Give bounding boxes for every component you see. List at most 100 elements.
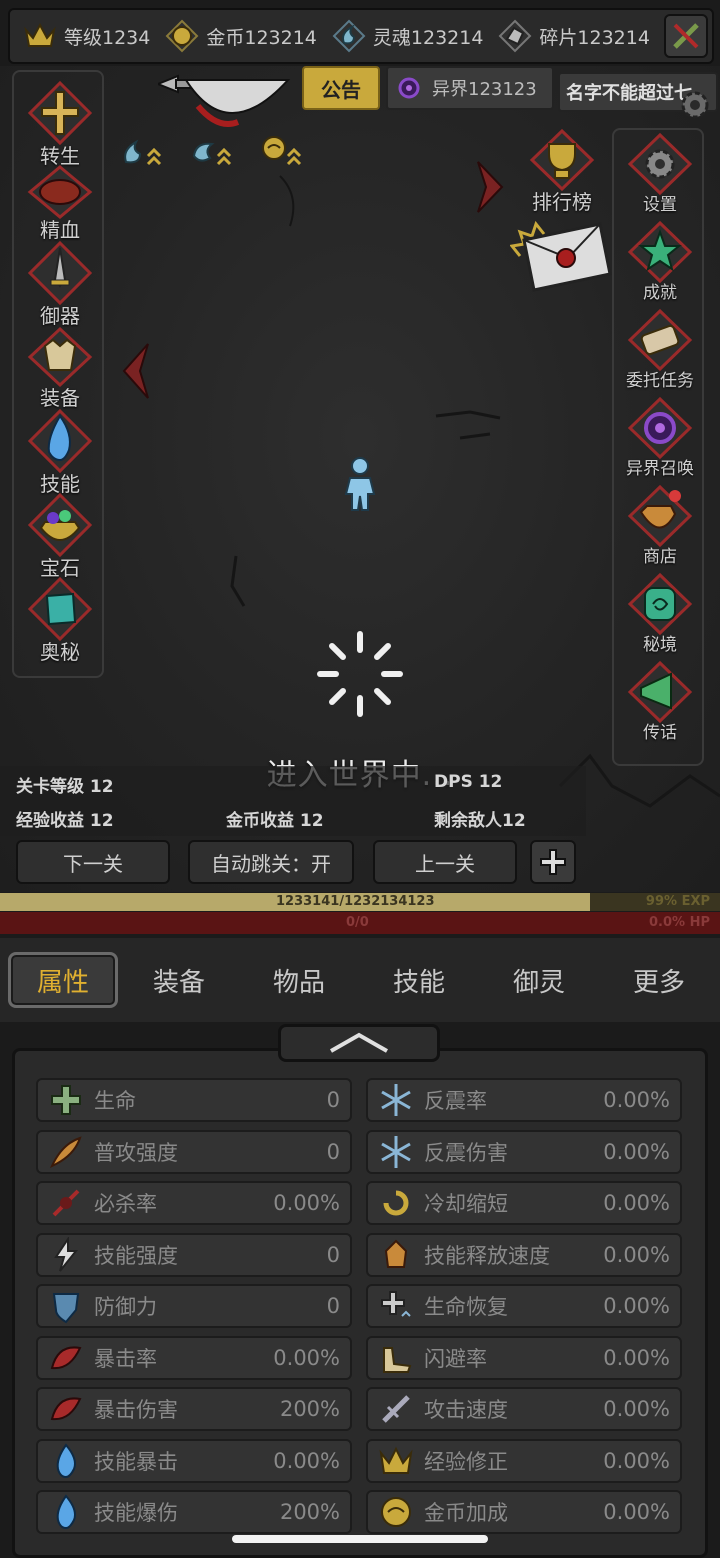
crossed-sword-icon	[673, 23, 699, 49]
attribute-row: 暴击率 0.00%	[36, 1336, 352, 1380]
gold-label: 金币123214	[206, 26, 317, 49]
attribute-value: 0.00%	[603, 1088, 670, 1112]
stage-level: 关卡等级 12	[16, 777, 114, 797]
fragment-resource: 碎片123214	[497, 10, 650, 62]
tab-attributes[interactable]: 属性	[8, 952, 118, 1008]
blue-flame-icon	[44, 1441, 88, 1481]
exp-text: 1233141/1232134123	[276, 894, 435, 909]
snowflake-icon	[374, 1132, 418, 1172]
otherworld-currency[interactable]: 异界123123	[386, 66, 554, 110]
tab-items[interactable]: 物品	[244, 952, 354, 1008]
attack-feather-icon	[44, 1132, 88, 1172]
bottom-tabs: 属性 装备 物品 技能 御灵 更多	[0, 938, 720, 1022]
tab-more[interactable]: 更多	[604, 952, 714, 1008]
crown-icon	[22, 18, 58, 54]
attribute-value: 0.00%	[603, 1294, 670, 1318]
attribute-value: 0	[326, 1243, 340, 1267]
attribute-row: 技能爆伤 200%	[36, 1490, 352, 1534]
blue-flame-icon	[27, 408, 93, 474]
menu-gems[interactable]: 宝石	[14, 492, 106, 581]
menu-secret-realm[interactable]: 秘境	[614, 572, 706, 655]
leaderboard-label: 排行榜	[532, 190, 592, 214]
snowflake-icon	[374, 1080, 418, 1120]
menu-equipment[interactable]: 装备	[14, 326, 106, 411]
spirit-buff-icon	[192, 142, 232, 166]
hero-character	[344, 457, 376, 511]
tab-skills[interactable]: 技能	[364, 952, 474, 1008]
menu-broadcast[interactable]: 传话	[614, 660, 706, 743]
attribute-value: 0.00%	[273, 1346, 340, 1370]
attribute-name: 暴击率	[94, 1347, 157, 1371]
next-stage-button[interactable]: 下一关	[16, 840, 170, 884]
soul-icon	[331, 18, 367, 54]
menu-rebirth[interactable]: 转生	[14, 80, 106, 169]
exp-income: 经验收益 12	[16, 811, 114, 831]
attribute-name: 防御力	[94, 1295, 157, 1319]
menu-label: 委托任务	[626, 371, 694, 391]
blood-meat-icon	[27, 165, 93, 219]
menu-label: 装备	[40, 386, 80, 410]
menu-weapon-control[interactable]: 御器	[14, 240, 106, 329]
otherworld-label: 异界123123	[432, 79, 537, 100]
star-icon	[627, 220, 693, 284]
crit-rate-icon	[44, 1338, 88, 1378]
attribute-row: 普攻强度 0	[36, 1130, 352, 1174]
hp-text: 0/0	[346, 915, 369, 930]
attribute-name: 技能释放速度	[424, 1244, 550, 1268]
hp-bar: 0/0 0.0% HP	[0, 912, 720, 934]
menu-commissions[interactable]: 委托任务	[614, 308, 706, 391]
attribute-row: 闪避率 0.00%	[366, 1336, 682, 1380]
home-indicator[interactable]	[232, 1535, 488, 1543]
menu-achievements[interactable]: 成就	[614, 220, 706, 303]
attribute-value: 0.00%	[603, 1191, 670, 1215]
attribute-row: 技能释放速度 0.00%	[366, 1233, 682, 1277]
crit-damage-icon	[44, 1389, 88, 1429]
auto-advance-toggle[interactable]: 自动跳关：开	[188, 840, 354, 884]
attribute-row: 技能强度 0	[36, 1233, 352, 1277]
gear-icon[interactable]	[676, 86, 714, 124]
attribute-name: 金币加成	[424, 1501, 508, 1525]
attribute-row: 生命 0	[36, 1078, 352, 1122]
attribute-name: 经验修正	[424, 1450, 508, 1474]
collapse-button[interactable]	[278, 1024, 440, 1062]
previous-stage-button[interactable]: 上一关	[373, 840, 517, 884]
tab-spirits[interactable]: 御灵	[484, 952, 594, 1008]
flying-sword-icon	[27, 240, 93, 306]
notice-button[interactable]: 公告	[302, 66, 380, 110]
trophy-icon	[529, 128, 595, 192]
menu-skills[interactable]: 技能	[14, 408, 106, 497]
tab-equipment[interactable]: 装备	[124, 952, 234, 1008]
menu-essence-blood[interactable]: 精血	[14, 164, 106, 243]
stage-stats: 关卡等级 12 DPS 12 经验收益 12 金币收益 12 剩余敌人12	[0, 766, 586, 836]
resource-bar: 等级1234 金币123214 灵魂123214 碎片123214	[8, 8, 714, 64]
add-button[interactable]	[530, 840, 576, 884]
attribute-name: 反震率	[424, 1089, 487, 1113]
menu-otherworld-summon[interactable]: 异界召唤	[614, 396, 706, 479]
leaderboard-button[interactable]: 排行榜	[520, 128, 604, 215]
menu-label: 异界召唤	[626, 459, 694, 479]
attribute-row: 经验修正 0.00%	[366, 1439, 682, 1483]
fragment-label: 碎片123214	[539, 26, 650, 49]
attribute-value: 0	[326, 1294, 340, 1318]
menu-mystery[interactable]: 奥秘	[14, 576, 106, 665]
mail-icon[interactable]	[510, 216, 614, 296]
attribute-value: 0	[326, 1088, 340, 1112]
attribute-row: 反震率 0.00%	[366, 1078, 682, 1122]
menu-settings[interactable]: 设置	[614, 132, 706, 215]
cooldown-icon	[374, 1183, 418, 1223]
shield-icon	[44, 1286, 88, 1326]
plus-icon	[540, 849, 566, 875]
right-arrow-icon[interactable]	[474, 158, 508, 216]
megaphone-icon	[627, 660, 693, 724]
fragment-icon	[497, 18, 533, 54]
menu-label: 奥秘	[40, 640, 80, 664]
left-arrow-icon[interactable]	[118, 340, 152, 402]
attribute-value: 0	[326, 1140, 340, 1164]
no-ads-button[interactable]	[664, 14, 708, 58]
blue-flame-icon	[44, 1492, 88, 1532]
attribute-row: 暴击伤害 200%	[36, 1387, 352, 1431]
attribute-row: 防御力 0	[36, 1284, 352, 1328]
lightning-icon	[44, 1235, 88, 1275]
menu-label: 商店	[643, 547, 677, 567]
menu-shop[interactable]: 商店	[614, 484, 706, 567]
